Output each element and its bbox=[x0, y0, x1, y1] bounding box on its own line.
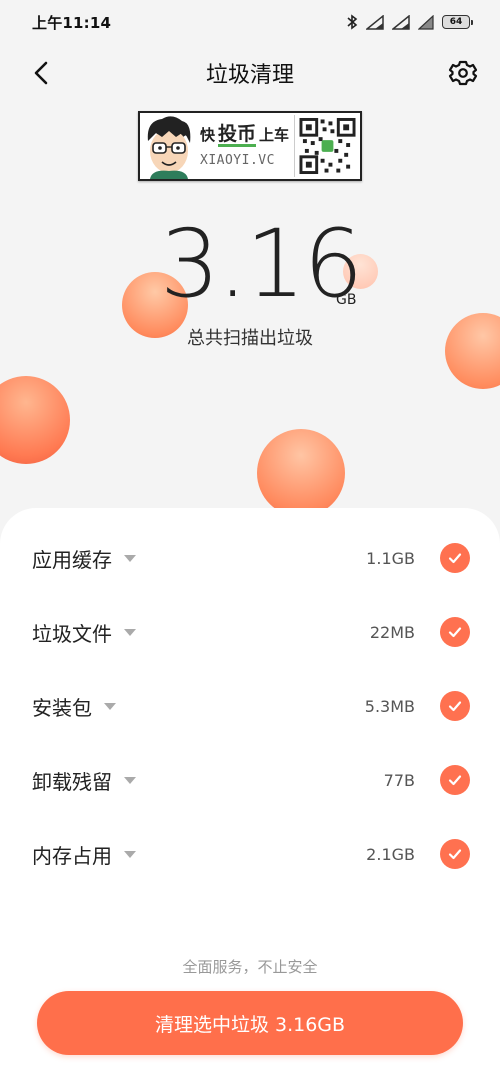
bluetooth-icon bbox=[347, 14, 358, 30]
cartoon-face-icon bbox=[147, 116, 191, 179]
status-time: 上午11:14 bbox=[32, 13, 112, 32]
item-label: 垃圾文件 bbox=[32, 618, 136, 647]
total-size-value: 3.16 bbox=[160, 210, 363, 319]
decorative-bubble bbox=[257, 429, 345, 517]
gear-icon[interactable] bbox=[448, 58, 478, 88]
item-label-text: 应用缓存 bbox=[32, 547, 112, 572]
list-item-junk-files[interactable]: 垃圾文件 22MB bbox=[0, 602, 500, 662]
checkmark-icon bbox=[448, 553, 462, 564]
checkmark-icon bbox=[448, 701, 462, 712]
checkbox-checked-icon[interactable] bbox=[440, 543, 470, 573]
battery-icon: 64 bbox=[442, 15, 473, 29]
caret-down-icon[interactable] bbox=[124, 850, 136, 858]
checkmark-icon bbox=[448, 775, 462, 786]
caret-down-icon[interactable] bbox=[124, 628, 136, 636]
qr-code-icon bbox=[294, 115, 356, 177]
banner-headline: 快 投币 上车 bbox=[200, 123, 294, 148]
status-bar: 上午11:14 64 bbox=[0, 0, 500, 44]
status-icons: 64 bbox=[346, 14, 473, 30]
banner-url: XIAOYI.VC bbox=[200, 153, 275, 169]
clean-button[interactable]: 清理选中垃圾 3.16GB bbox=[37, 991, 463, 1055]
list-item-install-packages[interactable]: 安装包 5.3MB bbox=[0, 676, 500, 736]
promo-banner[interactable]: 快 投币 上车 XIAOYI.VC bbox=[138, 111, 362, 181]
banner-word-3: 上车 bbox=[259, 125, 290, 144]
checkmark-icon bbox=[448, 627, 462, 638]
signal-icon bbox=[392, 14, 410, 30]
item-size: 2.1GB bbox=[366, 844, 415, 864]
scan-summary: 3.16 GB 总共扫描出垃圾 bbox=[0, 210, 500, 350]
checkbox-checked-icon[interactable] bbox=[440, 617, 470, 647]
total-size-unit: GB bbox=[336, 292, 357, 308]
list-item-app-cache[interactable]: 应用缓存 1.1GB bbox=[0, 528, 500, 588]
checkmark-icon bbox=[448, 849, 462, 860]
caret-down-icon[interactable] bbox=[124, 776, 136, 784]
checkbox-checked-icon[interactable] bbox=[440, 691, 470, 721]
banner-word-2: 投币 bbox=[218, 123, 257, 148]
checkbox-checked-icon[interactable] bbox=[440, 765, 470, 795]
wifi-icon bbox=[418, 14, 434, 30]
caret-down-icon[interactable] bbox=[124, 554, 136, 562]
banner-word-1: 快 bbox=[200, 125, 216, 144]
item-label-text: 卸载残留 bbox=[32, 769, 112, 794]
item-label: 内存占用 bbox=[32, 840, 136, 869]
scan-caption: 总共扫描出垃圾 bbox=[187, 328, 313, 349]
slogan-text: 全面服务，不止安全 bbox=[182, 958, 318, 976]
checkbox-checked-icon[interactable] bbox=[440, 839, 470, 869]
item-label: 卸载残留 bbox=[32, 766, 136, 795]
page-title: 垃圾清理 bbox=[205, 63, 294, 88]
item-label-text: 安装包 bbox=[32, 695, 92, 720]
item-size: 22MB bbox=[369, 622, 415, 642]
item-size: 5.3MB bbox=[364, 696, 415, 716]
nav-bar: 垃圾清理 bbox=[0, 48, 500, 98]
item-label: 安装包 bbox=[32, 692, 116, 721]
item-size: 1.1GB bbox=[366, 548, 415, 568]
decorative-bubble bbox=[0, 376, 70, 464]
banner-text: 快 投币 上车 XIAOYI.VC bbox=[196, 123, 294, 169]
battery-level: 64 bbox=[449, 17, 463, 27]
item-size: 77B bbox=[383, 770, 415, 790]
item-label-text: 内存占用 bbox=[32, 843, 112, 868]
list-item-uninstall-residue[interactable]: 卸载残留 77B bbox=[0, 750, 500, 810]
item-label-text: 垃圾文件 bbox=[32, 621, 112, 646]
item-label: 应用缓存 bbox=[32, 544, 136, 573]
chevron-left-icon[interactable] bbox=[28, 59, 56, 87]
list-item-memory-usage[interactable]: 内存占用 2.1GB bbox=[0, 824, 500, 884]
signal-icon bbox=[366, 14, 384, 30]
caret-down-icon[interactable] bbox=[104, 702, 116, 710]
